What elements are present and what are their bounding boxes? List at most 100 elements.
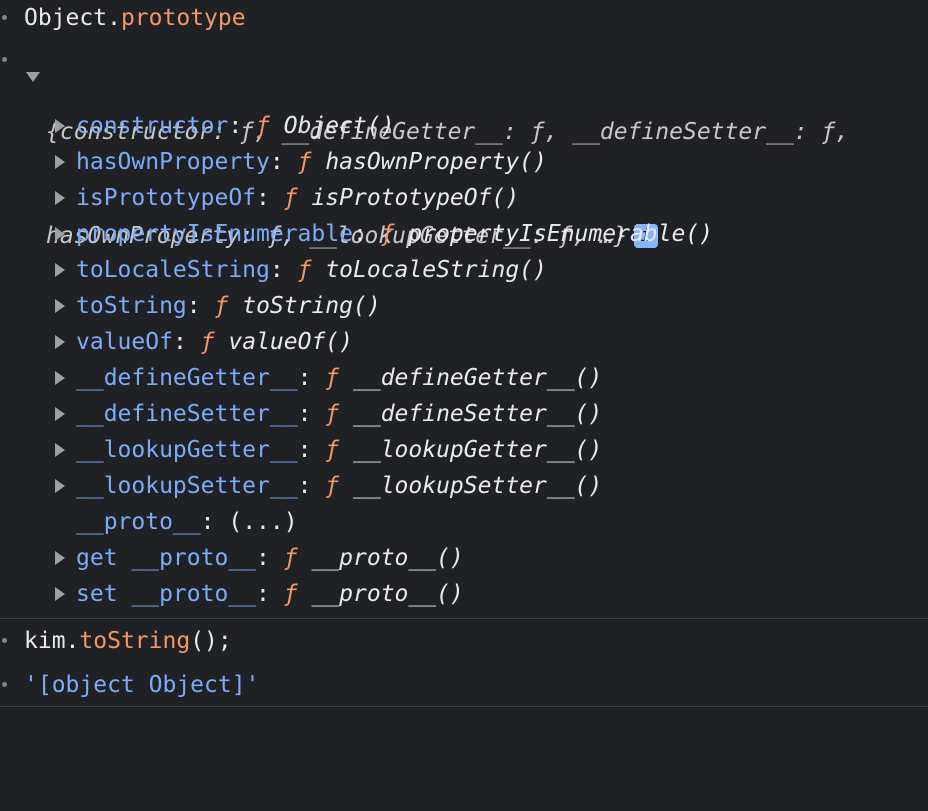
- property-colon: :: [256, 185, 270, 211]
- function-marker: ƒ: [214, 293, 229, 319]
- accessor-row[interactable]: get __proto__: ƒ __proto__(): [0, 540, 928, 576]
- property-row[interactable]: valueOf: ƒ valueOf(): [0, 324, 928, 360]
- function-marker: ƒ: [325, 401, 340, 427]
- property-colon: :: [297, 365, 312, 391]
- property-entry: valueOf: ƒ valueOf(): [76, 324, 353, 360]
- property-colon: :: [172, 329, 187, 355]
- separator: [0, 618, 928, 619]
- property-entry: hasOwnProperty: ƒ hasOwnProperty(): [76, 144, 547, 180]
- property-entry: __lookupGetter__: ƒ __lookupGetter__(): [76, 432, 602, 468]
- triangle-down-icon[interactable]: [26, 72, 40, 82]
- triangle-right-icon[interactable]: [55, 371, 65, 385]
- property-entry: toString: ƒ toString(): [76, 288, 381, 324]
- property-entry: propertyIsEnumerable: ƒ propertyIsEnumer…: [76, 216, 713, 252]
- output-string: '[object Object]': [24, 672, 260, 698]
- property-key: isPrototypeOf: [76, 185, 257, 211]
- property-value: toString(): [242, 293, 381, 319]
- property-row[interactable]: __defineSetter__: ƒ __defineSetter__(): [0, 396, 928, 432]
- property-row[interactable]: toString: ƒ toString(): [0, 288, 928, 324]
- property-colon: :: [200, 509, 215, 535]
- property-entry: set __proto__: ƒ __proto__(): [76, 576, 464, 612]
- console-input-line: Object.prototype: [0, 0, 928, 36]
- property-key: hasOwnProperty: [76, 149, 270, 175]
- property-row[interactable]: __defineGetter__: ƒ __defineGetter__(): [0, 360, 928, 396]
- property-value: __defineGetter__(): [353, 365, 603, 391]
- property-entry: toLocaleString: ƒ toLocaleString(): [76, 252, 547, 288]
- triangle-right-icon[interactable]: [55, 155, 65, 169]
- property-row[interactable]: toLocaleString: ƒ toLocaleString(): [0, 252, 928, 288]
- property-entry: __lookupSetter__: ƒ __lookupSetter__(): [76, 468, 602, 504]
- triangle-right-icon[interactable]: [55, 263, 65, 277]
- property-value: valueOf(): [228, 329, 353, 355]
- proto-row[interactable]: __proto__: (...): [0, 504, 928, 540]
- triangle-right-icon[interactable]: [55, 227, 65, 241]
- input-call: ();: [190, 628, 232, 654]
- property-row[interactable]: hasOwnProperty: ƒ hasOwnProperty(): [0, 144, 928, 180]
- triangle-right-icon[interactable]: [55, 299, 65, 313]
- property-value: (...): [228, 509, 298, 535]
- input-object: kim: [24, 628, 66, 654]
- input-dot: .: [107, 5, 121, 31]
- property-key: toLocaleString: [76, 257, 270, 283]
- input-prompt-icon: [2, 638, 7, 643]
- console-output-line: '[object Object]': [0, 667, 928, 703]
- property-value: __defineSetter__(): [353, 401, 603, 427]
- property-key: __lookupSetter__: [76, 473, 298, 499]
- property-row[interactable]: __lookupGetter__: ƒ __lookupGetter__(): [0, 432, 928, 468]
- property-value: propertyIsEnumerable(): [408, 221, 714, 247]
- property-row[interactable]: isPrototypeOf: ƒ isPrototypeOf(): [0, 180, 928, 216]
- property-row[interactable]: propertyIsEnumerable: ƒ propertyIsEnumer…: [0, 216, 928, 252]
- triangle-right-icon[interactable]: [55, 119, 65, 133]
- function-marker: ƒ: [283, 581, 298, 607]
- output-marker-icon: [2, 682, 7, 687]
- property-key: propertyIsEnumerable: [76, 221, 353, 247]
- property-value: __lookupSetter__(): [353, 473, 603, 499]
- triangle-right-icon[interactable]: [55, 587, 65, 601]
- property-key: constructor: [76, 113, 229, 139]
- property-entry: __proto__: (...): [76, 504, 298, 540]
- property-entry: isPrototypeOf: ƒ isPrototypeOf(): [76, 180, 519, 216]
- triangle-right-icon[interactable]: [55, 335, 65, 349]
- property-row[interactable]: __lookupSetter__: ƒ __lookupSetter__(): [0, 468, 928, 504]
- property-colon: :: [269, 149, 284, 175]
- input-object: Object: [24, 5, 108, 31]
- input-expression: kim.toString();: [24, 623, 232, 659]
- function-marker: ƒ: [200, 329, 215, 355]
- triangle-right-icon[interactable]: [55, 191, 65, 205]
- function-marker: ƒ: [283, 545, 298, 571]
- triangle-right-icon[interactable]: [55, 443, 65, 457]
- property-key: __defineGetter__: [76, 365, 298, 391]
- property-value: __proto__(): [311, 581, 464, 607]
- property-key: valueOf: [76, 329, 173, 355]
- accessor-row[interactable]: set __proto__: ƒ __proto__(): [0, 576, 928, 612]
- property-row[interactable]: constructor: ƒ Object(): [0, 108, 928, 144]
- output-marker-icon: [2, 57, 7, 62]
- property-colon: :: [269, 257, 284, 283]
- triangle-right-icon[interactable]: [55, 479, 65, 493]
- property-key: toString: [76, 293, 187, 319]
- property-entry: get __proto__: ƒ __proto__(): [76, 540, 464, 576]
- triangle-right-icon[interactable]: [55, 407, 65, 421]
- property-value: toLocaleString(): [325, 257, 547, 283]
- triangle-right-icon[interactable]: [55, 551, 65, 565]
- property-colon: :: [352, 221, 367, 247]
- property-key: __lookupGetter__: [76, 437, 298, 463]
